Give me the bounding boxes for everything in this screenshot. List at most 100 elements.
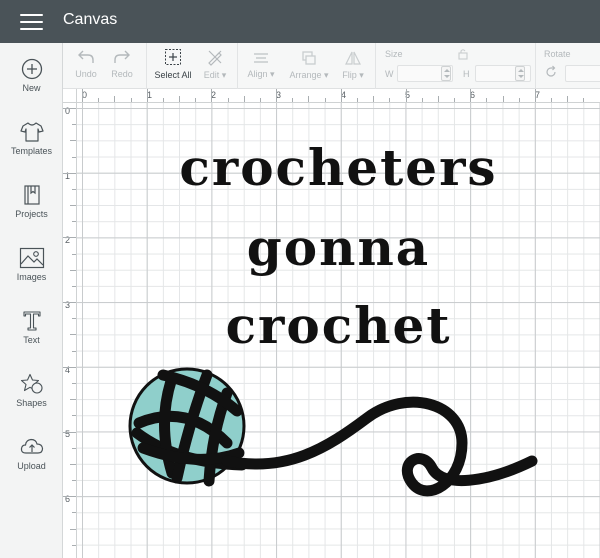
sidebar-label-images: Images (16, 272, 47, 282)
flip-dropdown[interactable]: Flip ▾ (338, 50, 368, 81)
ruler-tick (227, 98, 229, 102)
arrange-icon (302, 51, 316, 65)
ruler-tick (63, 108, 76, 109)
edit-label: Edit ▾ (203, 70, 227, 80)
yarn-ball-graphic[interactable] (77, 103, 600, 558)
sidebar-label-projects: Projects (15, 209, 48, 219)
design-canvas[interactable]: crocheters gonna crochet (77, 103, 600, 558)
toolbar: Undo Redo Select All Edit ▾ Align ▾ Arra… (63, 43, 600, 89)
ruler-tick (162, 98, 164, 102)
ruler-tick (72, 382, 76, 384)
shapes-icon (20, 373, 43, 394)
sidebar-item-upload[interactable]: Upload (0, 436, 63, 492)
ruler-tick (72, 350, 76, 352)
undo-button[interactable]: Undo (71, 49, 101, 79)
ruler-tick (470, 89, 472, 102)
cloud-upload-icon (20, 438, 43, 454)
select-all-button[interactable]: Select All (152, 48, 194, 80)
ruler-tick (243, 96, 245, 102)
ruler-tick (437, 96, 439, 102)
ruler-tick (72, 285, 76, 287)
ruler-tick (70, 205, 76, 207)
ruler-tick (72, 221, 76, 223)
ruler-tick (502, 96, 504, 102)
ruler-tick (72, 156, 76, 158)
ruler-tick (583, 98, 585, 102)
ruler-tick (72, 124, 76, 126)
lock-icon[interactable] (457, 48, 469, 60)
ruler-tick (70, 399, 76, 401)
height-label: H (463, 69, 470, 79)
ruler-top-number: 1 (147, 90, 153, 100)
ruler-tick (373, 96, 375, 102)
select-all-label: Select All (154, 70, 192, 80)
sidebar-item-projects[interactable]: Projects (0, 184, 63, 240)
book-icon (23, 185, 40, 205)
title-bar: Canvas (0, 0, 600, 43)
toolbar-divider (535, 43, 536, 89)
flip-icon (345, 51, 361, 65)
ruler-tick (518, 98, 520, 102)
sidebar-label-new: New (22, 83, 41, 93)
sidebar-item-images[interactable]: Images (0, 247, 63, 303)
sidebar-label-templates: Templates (10, 146, 53, 156)
ruler-tick (98, 98, 100, 102)
width-label: W (385, 69, 394, 79)
edit-dropdown[interactable]: Edit ▾ (199, 48, 231, 81)
toolbar-divider (375, 43, 376, 89)
sidebar-item-new[interactable]: New (0, 58, 63, 114)
rotate-field[interactable] (565, 65, 600, 82)
hamburger-menu-icon[interactable] (20, 13, 43, 30)
toolbar-divider (146, 43, 147, 89)
ruler-tick (421, 98, 423, 102)
image-icon (19, 247, 44, 269)
ruler-tick (551, 98, 553, 102)
rotate-label: Rotate (544, 49, 571, 59)
redo-button[interactable]: Redo (107, 49, 137, 79)
height-stepper[interactable] (515, 66, 525, 81)
sidebar-label-upload: Upload (17, 461, 46, 471)
ruler-tick (130, 98, 132, 102)
ruler-tick (179, 96, 181, 102)
ruler-tick (72, 544, 76, 546)
ruler-tick (356, 98, 358, 102)
ruler-tick (72, 447, 76, 449)
text-t-icon (22, 311, 41, 331)
arrange-dropdown[interactable]: Arrange ▾ (285, 50, 333, 81)
size-label: Size (385, 49, 403, 59)
tshirt-icon (19, 122, 44, 142)
ruler-tick (486, 98, 488, 102)
width-stepper[interactable] (441, 66, 451, 81)
redo-icon (114, 50, 130, 63)
ruler-tick (567, 96, 569, 102)
align-icon (254, 53, 268, 63)
edit-tools-icon (208, 50, 222, 66)
ruler-tick (70, 463, 76, 465)
ruler-corner (63, 89, 77, 103)
ruler-tick (72, 512, 76, 514)
ruler-tick (70, 334, 76, 336)
toolbar-divider (237, 43, 238, 89)
align-dropdown[interactable]: Align ▾ (243, 51, 279, 80)
ruler-tick (259, 98, 261, 102)
rotate-icon[interactable] (544, 65, 558, 79)
sidebar-item-shapes[interactable]: Shapes (0, 373, 63, 429)
sidebar-item-templates[interactable]: Templates (0, 121, 63, 177)
align-label: Align ▾ (247, 69, 275, 79)
flip-label: Flip ▾ (342, 70, 364, 80)
sidebar-item-text[interactable]: Text (0, 310, 63, 366)
left-sidebar: New Templates Projects Images Text Shape… (0, 43, 63, 558)
ruler-tick (405, 89, 407, 102)
ruler-left: 0 1 2 3 4 5 6 (63, 103, 77, 558)
ruler-tick (114, 96, 116, 102)
plus-circle-icon (21, 58, 42, 80)
sidebar-label-text: Text (23, 335, 40, 345)
ruler-tick (534, 89, 536, 102)
ruler-tick (211, 89, 213, 102)
arrange-label: Arrange ▾ (289, 70, 329, 80)
ruler-tick (454, 98, 456, 102)
ruler-tick (63, 302, 76, 304)
undo-icon (78, 50, 94, 63)
ruler-tick (63, 172, 76, 174)
ruler-tick (63, 431, 76, 433)
